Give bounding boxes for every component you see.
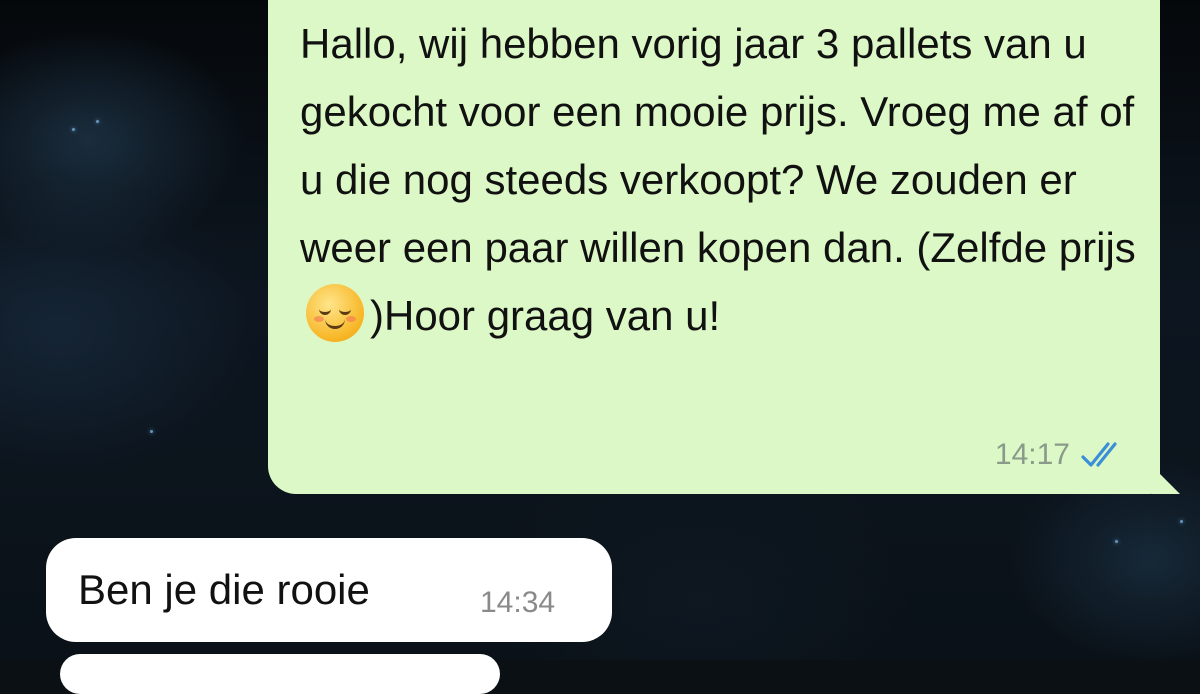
message-time: 14:34 bbox=[480, 586, 556, 619]
outgoing-message-text: Hallo, wij hebben vorig jaar 3 pallets v… bbox=[300, 10, 1140, 350]
incoming-message-bubble-partial[interactable] bbox=[60, 654, 500, 694]
message-text-part: )Hoor graag van u! bbox=[370, 292, 721, 339]
incoming-message-bubble[interactable]: Ben je die rooie 14:34 bbox=[46, 538, 612, 642]
emoji-cheek bbox=[314, 316, 324, 322]
message-meta: 14:17 bbox=[995, 438, 1126, 472]
message-text-part: Hallo, wij hebben vorig jaar 3 pallets v… bbox=[300, 20, 1148, 271]
double-check-read-icon bbox=[1081, 442, 1117, 467]
background-sparkle bbox=[1180, 520, 1183, 523]
emoji-mouth bbox=[325, 318, 345, 329]
bubble-tail bbox=[1152, 466, 1180, 494]
emoji-cheek bbox=[346, 316, 356, 322]
background-sparkle bbox=[1115, 540, 1118, 543]
message-time: 14:17 bbox=[994, 438, 1070, 471]
outgoing-message-bubble[interactable]: Hallo, wij hebben vorig jaar 3 pallets v… bbox=[268, 0, 1180, 494]
background-sparkle bbox=[96, 120, 99, 123]
background-sparkle bbox=[72, 128, 75, 131]
incoming-message-text: Ben je die rooie bbox=[78, 566, 370, 613]
smiling-face-emoji bbox=[306, 284, 364, 342]
background-sparkle bbox=[150, 430, 153, 433]
